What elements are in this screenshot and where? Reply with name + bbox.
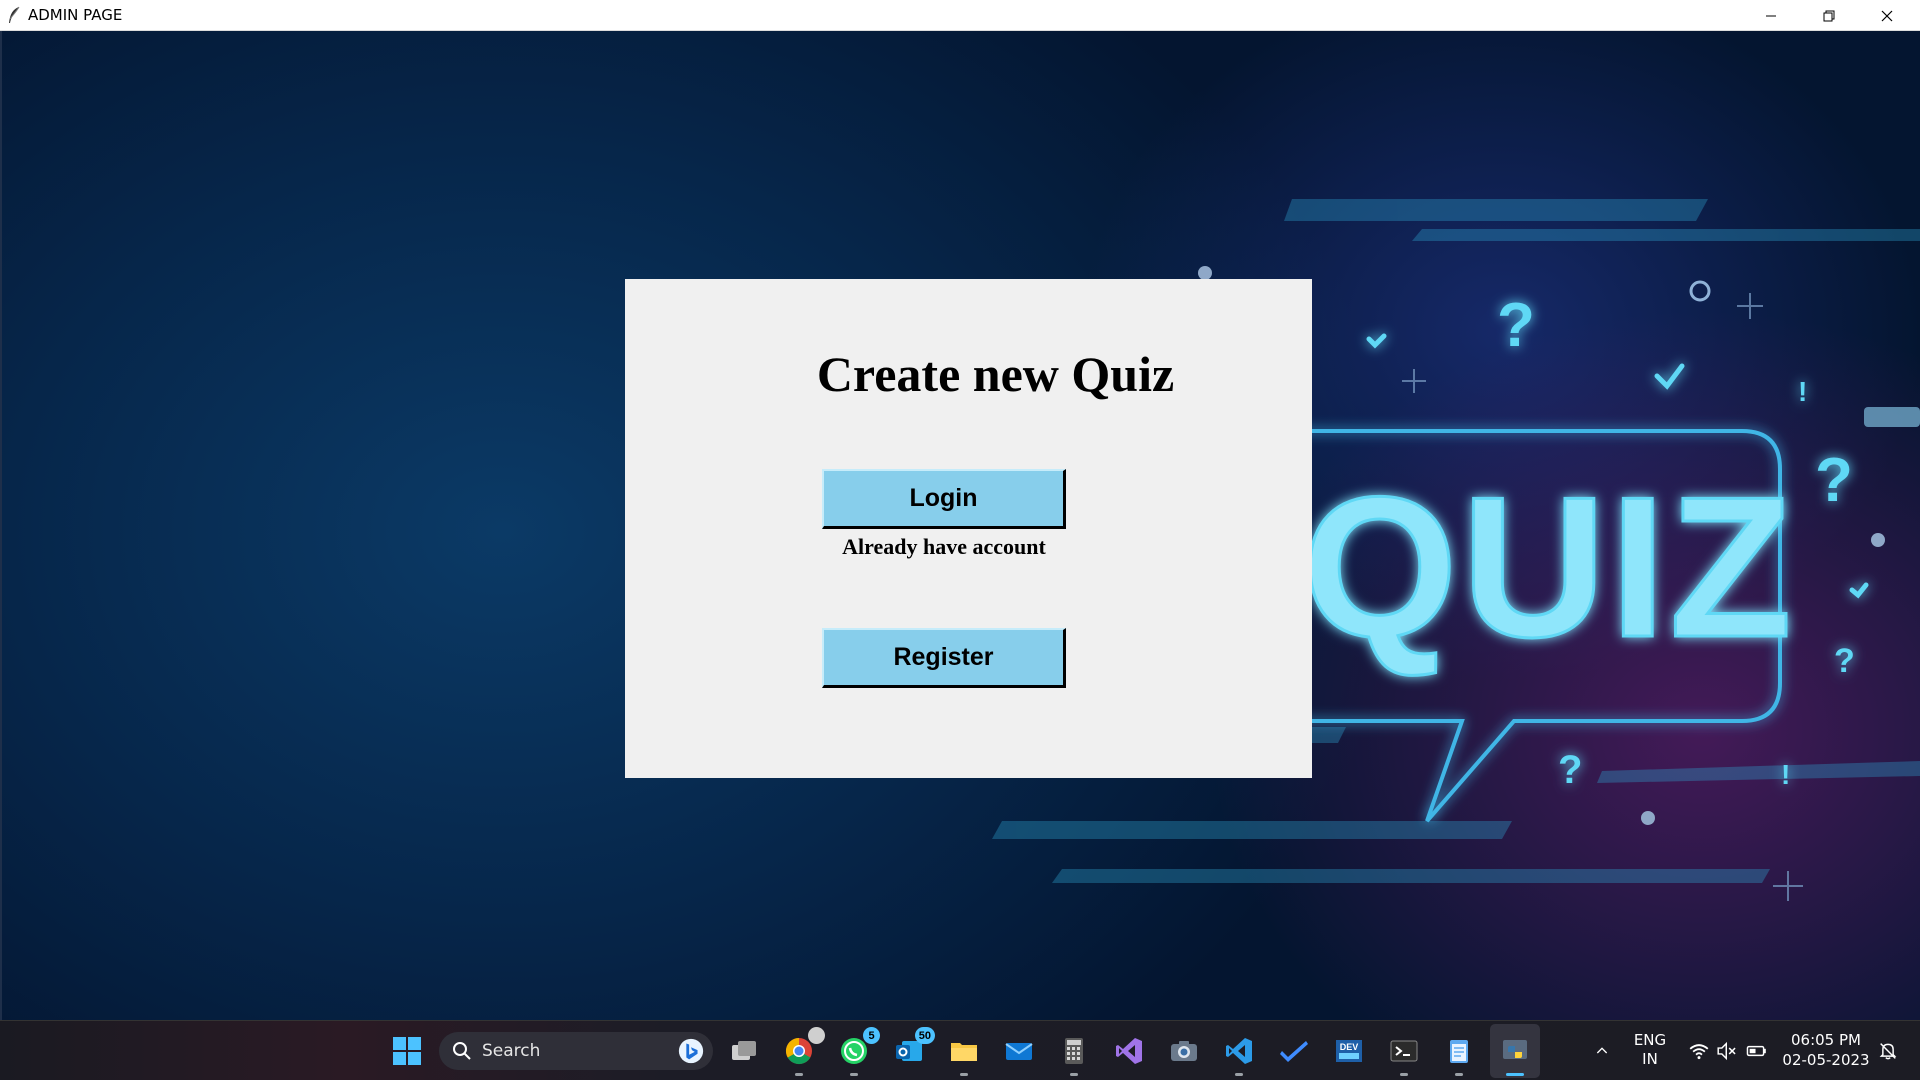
register-button[interactable]: Register: [822, 628, 1066, 688]
notification-bell-icon: [1879, 1043, 1897, 1060]
python-button[interactable]: [1495, 1031, 1535, 1076]
minimize-button[interactable]: [1742, 0, 1800, 31]
devcpp-button[interactable]: DEV: [1329, 1031, 1369, 1071]
notepad-button[interactable]: [1439, 1031, 1479, 1076]
vscode-icon: [1226, 1038, 1252, 1064]
taskbar-search[interactable]: Search: [439, 1032, 713, 1070]
wifi-icon: [1689, 1044, 1709, 1060]
terminal-button[interactable]: [1384, 1031, 1424, 1076]
search-placeholder: Search: [482, 1041, 541, 1061]
mail-button[interactable]: [999, 1031, 1039, 1071]
svg-text:!: !: [1798, 376, 1807, 407]
language-indicator[interactable]: ENG IN: [1626, 1031, 1674, 1069]
language-label: ENG: [1633, 1031, 1667, 1049]
mail-icon: [1005, 1043, 1033, 1060]
start-icon: [393, 1037, 421, 1065]
outlook-button[interactable]: 50: [889, 1027, 935, 1071]
whatsapp-badge: 5: [863, 1027, 880, 1044]
taskbar: Search 5 50 DEV ENG IN 06:05 PM 02-05-20…: [0, 1020, 1920, 1080]
svg-text:?: ?: [1834, 642, 1855, 680]
window-title: ADMIN PAGE: [28, 6, 123, 24]
vscode-button[interactable]: [1219, 1031, 1259, 1076]
whatsapp-button[interactable]: 5: [834, 1027, 880, 1076]
login-button[interactable]: Login: [822, 469, 1066, 529]
feather-icon: [9, 6, 20, 23]
quiz-banner-text: QUIZ: [1302, 456, 1796, 679]
outlook-badge: 50: [914, 1027, 935, 1044]
clock-time: 06:05 PM: [1791, 1031, 1861, 1049]
svg-text:?: ?: [1497, 291, 1535, 360]
visual-studio-icon: [1116, 1038, 1142, 1064]
task-view-icon: [732, 1041, 756, 1060]
svg-text:?: ?: [1558, 748, 1582, 792]
svg-text:?: ?: [1815, 446, 1853, 515]
chrome-button[interactable]: [779, 1027, 825, 1076]
chrome-profile-badge: [808, 1027, 825, 1044]
close-icon: [1881, 10, 1893, 21]
page-title: Create new Quiz: [816, 346, 1175, 402]
notepad-icon: [1450, 1040, 1468, 1063]
restore-button[interactable]: [1800, 0, 1858, 31]
search-icon: [453, 1042, 471, 1060]
region-label: IN: [1642, 1050, 1658, 1068]
battery-icon: [1746, 1045, 1766, 1057]
todo-button[interactable]: [1274, 1031, 1314, 1071]
restore-icon: [1823, 10, 1835, 21]
start-button[interactable]: [387, 1031, 427, 1071]
notifications-button[interactable]: [1874, 1031, 1902, 1071]
terminal-icon: [1390, 1040, 1418, 1062]
volume-muted-icon: [1717, 1041, 1736, 1061]
file-explorer-icon: [951, 1043, 977, 1061]
battery-button[interactable]: [1744, 1031, 1770, 1071]
devcpp-icon: DEV: [1336, 1040, 1362, 1062]
calculator-icon: [1065, 1038, 1083, 1064]
task-view-button[interactable]: [724, 1031, 764, 1071]
login-hint: Already have account: [842, 534, 1046, 559]
chevron-up-icon: [1596, 1047, 1608, 1054]
camera-button[interactable]: [1164, 1031, 1204, 1071]
clock-date: 02-05-2023: [1782, 1051, 1870, 1069]
camera-icon: [1171, 1041, 1197, 1061]
create-quiz-panel: Create new Quiz Login Already have accou…: [625, 279, 1312, 778]
svg-text:DEV: DEV: [1340, 1042, 1359, 1052]
visual-studio-button[interactable]: [1109, 1031, 1149, 1071]
python-icon: [1503, 1040, 1527, 1059]
minimize-icon: [1766, 15, 1776, 16]
clock[interactable]: 06:05 PM 02-05-2023: [1776, 1030, 1876, 1070]
volume-button[interactable]: [1714, 1031, 1740, 1071]
window-titlebar: ADMIN PAGE: [0, 0, 1920, 31]
show-hidden-icons-button[interactable]: [1582, 1031, 1622, 1071]
svg-text:!: !: [1781, 759, 1790, 790]
file-explorer-button[interactable]: [944, 1031, 984, 1076]
wifi-button[interactable]: [1686, 1031, 1712, 1071]
bing-icon[interactable]: [677, 1037, 705, 1065]
todo-icon: [1280, 1041, 1308, 1062]
calculator-button[interactable]: [1054, 1031, 1094, 1076]
close-button[interactable]: [1858, 0, 1916, 31]
